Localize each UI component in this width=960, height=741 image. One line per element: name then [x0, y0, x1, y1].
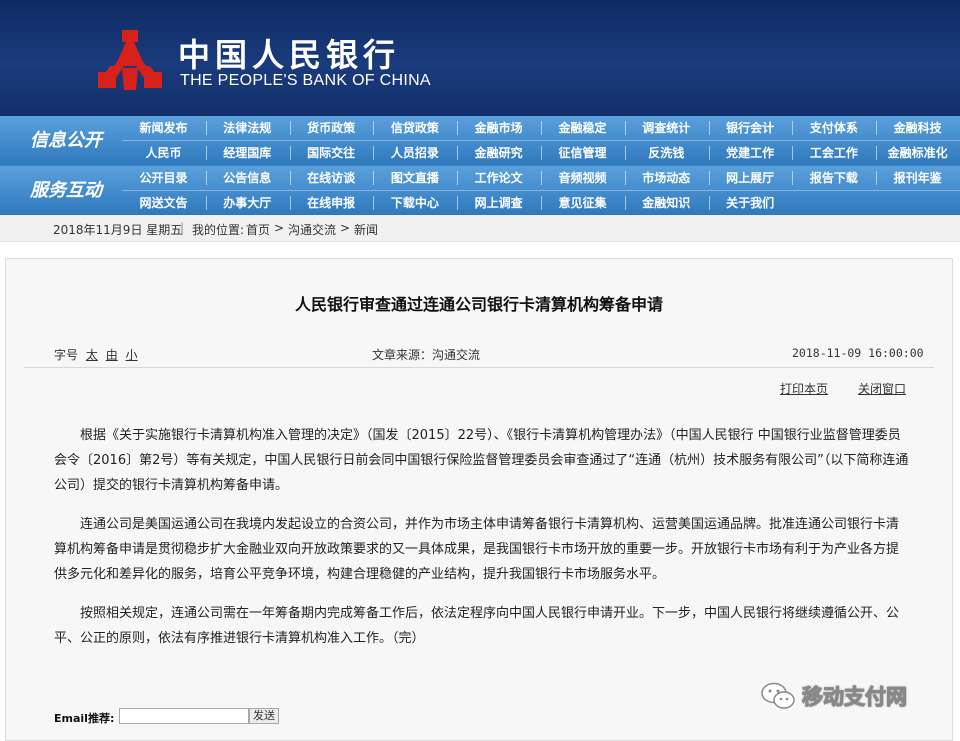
font-size-medium-link[interactable]: 由 [106, 348, 118, 362]
nav-item[interactable]: 工作论文 [457, 167, 540, 189]
nav-item[interactable]: 人民币 [122, 142, 205, 164]
email-field[interactable] [119, 708, 249, 724]
font-size-label: 字号 [54, 348, 79, 362]
nav-item[interactable]: 意见征集 [541, 192, 624, 214]
nav-item[interactable]: 网上调查 [457, 192, 540, 214]
nav-item[interactable]: 金融科技 [876, 117, 959, 139]
nav-section-label: 信息公开 [30, 130, 102, 151]
article-paragraph: 根据《关于实施银行卡清算机构准入管理的决定》（国发〔2015〕22号）、《银行卡… [54, 428, 909, 493]
nav-item[interactable]: 支付体系 [792, 117, 875, 139]
print-page-link[interactable]: 打印本页 [780, 380, 828, 397]
nav-grid: 新闻发布 法律法规 货币政策 信贷政策 金融市场 金融稳定 调查统计 银行会计 支付体系 金融科技… [122, 116, 960, 165]
nav-item[interactable]: 公开目录 [122, 167, 205, 189]
article-source: 文章来源：沟通交流 [372, 348, 481, 362]
nav-item[interactable]: 货币政策 [289, 117, 373, 139]
nav-item[interactable]: 党建工作 [708, 142, 792, 164]
nav-item[interactable]: 音频视频 [541, 167, 624, 189]
nav-item[interactable]: 市场动态 [624, 167, 708, 189]
nav-item[interactable]: 在线申报 [289, 192, 373, 214]
breadcrumb-communication-link[interactable]: 沟通交流 [288, 221, 336, 238]
nav-item[interactable]: 下载中心 [373, 192, 456, 214]
current-date: 2018年11月9日 星期五 [53, 223, 183, 237]
location-label: 我的位置: [192, 223, 245, 237]
nav-item[interactable]: 征信管理 [541, 142, 624, 164]
close-window-link[interactable]: 关闭窗口 [858, 380, 906, 397]
nav-item[interactable]: 报告下载 [792, 167, 875, 189]
nav-item[interactable]: 工会工作 [792, 142, 875, 164]
breadcrumb-news-link[interactable]: 新闻 [354, 221, 378, 238]
nav-item[interactable]: 国际交往 [289, 142, 373, 164]
site-title-cn[interactable]: 中国人民银行 [178, 30, 400, 76]
article-paragraph: 按照相关规定，连通公司需在一年筹备期内完成筹备工作后，依法定程序向中国人民银行申… [54, 606, 900, 646]
article-title: 人民银行审查通过连通公司银行卡清算机构筹备申请 [294, 295, 663, 314]
nav-section-info: 信息公开 新闻发布 法律法规 货币政策 信贷政策 金融市场 金融稳定 调查统计 银行会计 支付体… [0, 116, 960, 165]
font-size-controls: 字号 太 由 小 [54, 346, 138, 363]
send-button[interactable]: 发送 [249, 708, 279, 724]
watermark-text: 移动支付网 [802, 685, 908, 710]
nav-item[interactable]: 信贷政策 [373, 117, 456, 139]
font-size-large-link[interactable]: 太 [86, 348, 98, 362]
article-paragraph: 连通公司是美国运通公司在我境内发起设立的合资公司，并作为市场主体申请筹备银行卡清… [54, 517, 900, 582]
nav-section-service: 服务互动 公开目录 公告信息 在线访谈 图文直播 工作论文 音频视频 市场动态 网上展厅 报告下… [0, 166, 960, 215]
wechat-icon [761, 682, 795, 709]
site-header: 中国人民银行 THE PEOPLE'S BANK OF CHINA [0, 0, 960, 116]
nav-item[interactable]: 金融市场 [457, 117, 540, 139]
nav-item[interactable]: 在线访谈 [289, 167, 373, 189]
nav-item[interactable]: 新闻发布 [122, 117, 205, 139]
nav-item[interactable]: 金融研究 [457, 142, 540, 164]
nav-item[interactable]: 人员招录 [373, 142, 456, 164]
email-label: Email推荐: [54, 712, 115, 725]
breadcrumb-arrow: > [274, 221, 285, 235]
nav-item[interactable]: 反洗钱 [624, 142, 708, 164]
watermark: 移动支付网 [760, 681, 908, 711]
nav-item[interactable]: 金融知识 [624, 192, 708, 214]
breadcrumb-home-link[interactable]: 首页 [246, 221, 270, 238]
font-size-small-link[interactable]: 小 [126, 348, 138, 362]
nav-item[interactable]: 关于我们 [708, 192, 792, 214]
breadcrumb: 2018年11月9日 星期五 | 我的位置: 首页 > 沟通交流 > 新闻 [0, 215, 960, 242]
nav-item[interactable]: 网上展厅 [708, 167, 792, 189]
nav-section-label: 服务互动 [30, 180, 102, 201]
nav-item[interactable]: 经理国库 [205, 142, 289, 164]
breadcrumb-separator: | [180, 221, 185, 235]
nav-item[interactable]: 银行会计 [708, 117, 792, 139]
article-card: 人民银行审查通过连通公司银行卡清算机构筹备申请 字号 太 由 小 文章来源：沟通… [5, 258, 953, 741]
pboc-emblem-icon [98, 30, 162, 90]
nav-item[interactable]: 图文直播 [373, 167, 456, 189]
nav-item[interactable]: 金融稳定 [541, 117, 624, 139]
site-title-en[interactable]: THE PEOPLE'S BANK OF CHINA [180, 72, 431, 90]
nav-item[interactable]: 报刊年鉴 [876, 167, 959, 189]
nav-item[interactable]: 调查统计 [624, 117, 708, 139]
breadcrumb-arrow: > [340, 221, 351, 235]
article-datetime: 2018-11-09 16:00:00 [792, 346, 924, 360]
nav-item[interactable]: 法律法规 [205, 117, 289, 139]
nav-item[interactable]: 公告信息 [205, 167, 289, 189]
main-nav: 信息公开 新闻发布 法律法规 货币政策 信贷政策 金融市场 金融稳定 调查统计 银行会计 支付体… [0, 116, 960, 215]
nav-item[interactable]: 网送文告 [122, 192, 205, 214]
nav-item[interactable]: 金融标准化 [876, 142, 959, 164]
meta-divider [24, 367, 934, 368]
nav-grid: 公开目录 公告信息 在线访谈 图文直播 工作论文 音频视频 市场动态 网上展厅 报告下载 报刊年鉴… [122, 166, 960, 215]
nav-item[interactable]: 办事大厅 [205, 192, 289, 214]
